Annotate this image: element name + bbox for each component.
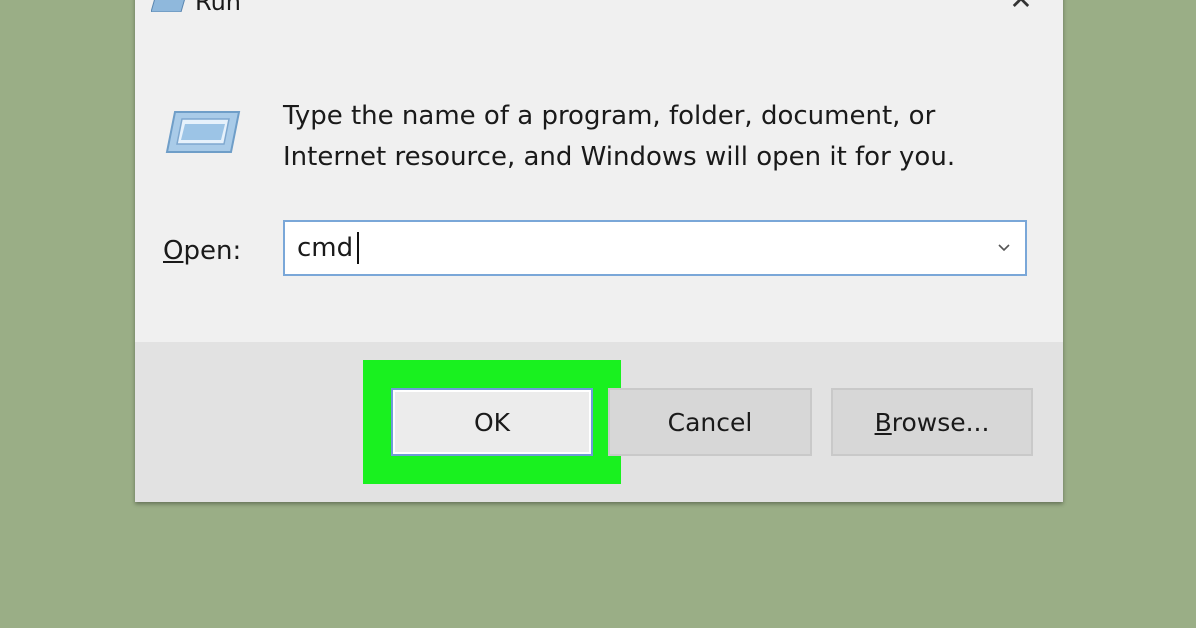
window-title: Run — [195, 0, 242, 16]
open-combobox[interactable] — [283, 220, 1027, 276]
dialog-description: Type the name of a program, folder, docu… — [283, 96, 1003, 178]
description-line-2: Internet resource, and Windows will open… — [283, 142, 956, 172]
close-icon[interactable]: ✕ — [1007, 0, 1035, 14]
chevron-down-icon[interactable] — [993, 238, 1015, 258]
description-line-1: Type the name of a program, folder, docu… — [283, 101, 936, 131]
text-caret — [357, 232, 359, 264]
cancel-button[interactable]: Cancel — [608, 388, 812, 456]
title-bar[interactable]: Run ✕ — [135, 0, 1063, 20]
run-program-icon — [165, 111, 241, 153]
open-input[interactable] — [297, 230, 977, 266]
browse-button[interactable]: Browse... — [831, 388, 1033, 456]
open-label: Open: — [163, 236, 242, 266]
run-dialog: Run ✕ Type the name of a program, folder… — [135, 0, 1063, 502]
ok-button[interactable]: OK — [391, 388, 593, 456]
run-program-icon — [151, 0, 185, 12]
